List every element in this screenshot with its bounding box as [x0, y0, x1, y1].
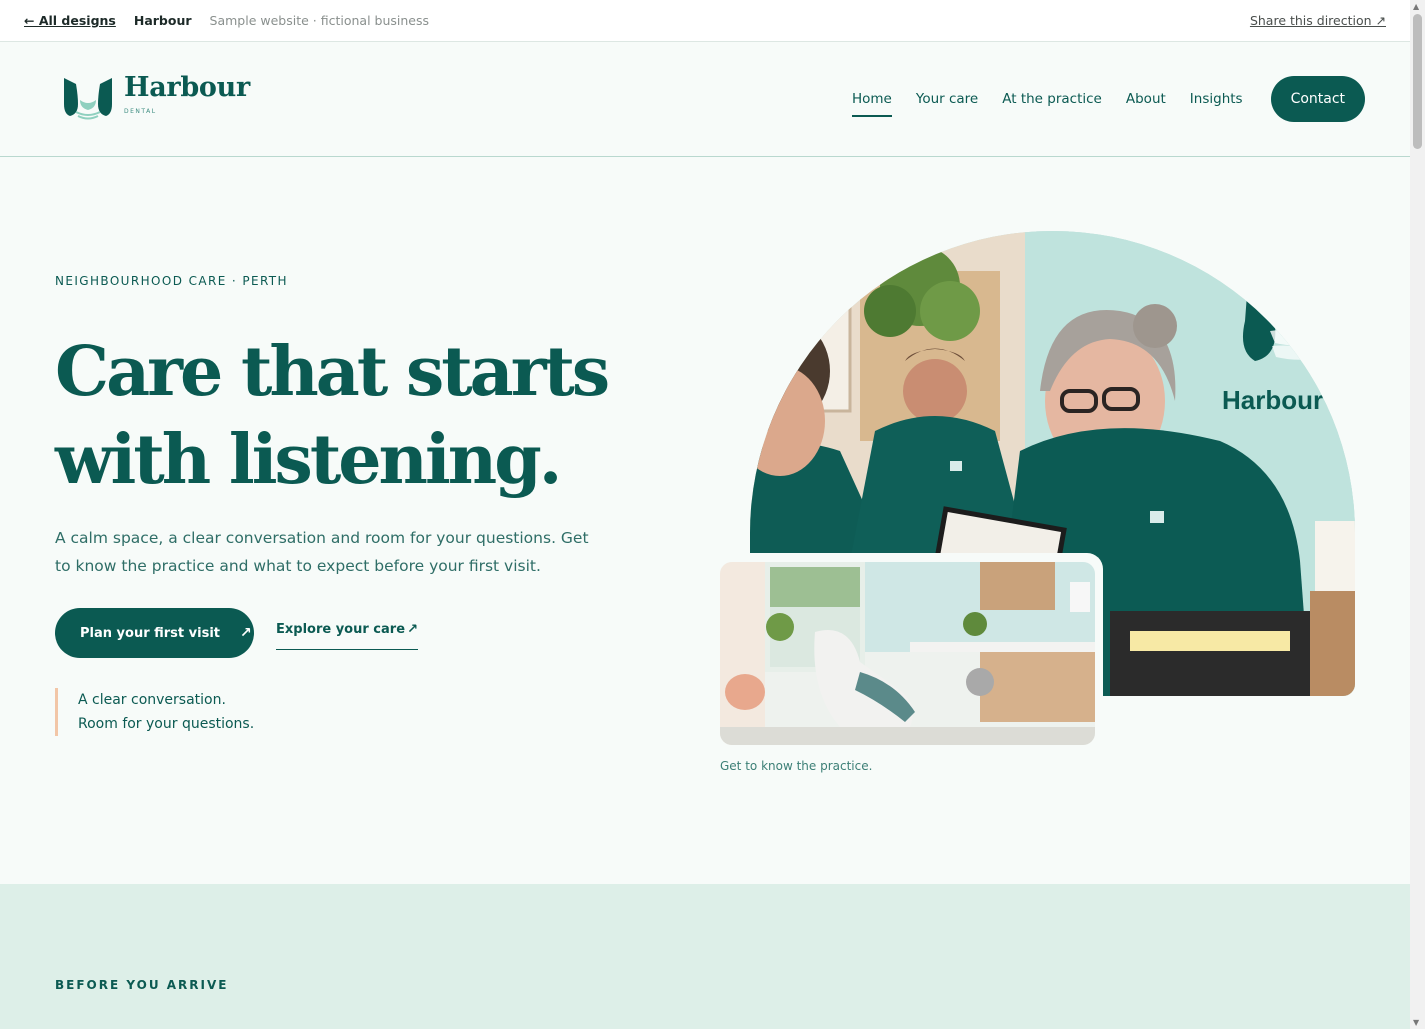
logo-name: Harbour	[124, 72, 250, 103]
hero-quote: A clear conversation. Room for your ques…	[55, 688, 254, 736]
site-header: Harbour DENTAL Home Your care At the pra…	[0, 42, 1410, 157]
main-nav: Home Your care At the practice About Ins…	[852, 76, 1366, 122]
scrollbar-thumb[interactable]	[1413, 14, 1422, 149]
meta-bar: ← All designs Harbour Sample website · f…	[0, 0, 1410, 42]
practice-caption: Get to know the practice.	[720, 759, 873, 773]
photo-sign-text: Harbour D	[1222, 385, 1349, 415]
logo[interactable]: Harbour DENTAL	[62, 74, 250, 122]
contact-button[interactable]: Contact	[1270, 76, 1366, 122]
hero-title-line-1: Care that starts	[55, 332, 610, 412]
arrow-up-right-icon: ↗	[407, 622, 418, 637]
meta-brand: Harbour	[133, 13, 192, 28]
nav-about[interactable]: About	[1126, 81, 1166, 117]
hero-lead: A calm space, a clear conversation and r…	[55, 529, 589, 575]
quote-line-2: Room for your questions.	[78, 716, 255, 732]
before-you-arrive-section: BEFORE YOU ARRIVE	[0, 884, 1410, 1029]
hero-title-line-2: with listening.	[55, 420, 562, 500]
plan-first-visit-label: Plan your first visit	[80, 625, 220, 641]
share-direction-link[interactable]: Share this direction ↗	[1250, 13, 1386, 28]
treatment-room-photo	[720, 562, 1095, 745]
tooth-logo-icon	[64, 78, 112, 120]
nav-insights[interactable]: Insights	[1190, 81, 1243, 117]
explore-your-care-label: Explore your care	[276, 622, 406, 637]
treatment-room-illustration	[720, 562, 1095, 745]
meta-note: Sample website · fictional business	[209, 13, 429, 28]
explore-your-care-link[interactable]: Explore your care ↗	[276, 622, 418, 650]
nav-at-the-practice[interactable]: At the practice	[1002, 81, 1102, 117]
quote-line-1: A clear conversation.	[78, 692, 226, 708]
page-scrollbar[interactable]: ▲ ▼	[1410, 0, 1425, 1029]
section-eyebrow: BEFORE YOU ARRIVE	[55, 978, 229, 992]
hero-eyebrow: NEIGHBOURHOOD CARE · PERTH	[55, 274, 288, 288]
scroll-down-icon[interactable]: ▼	[1413, 1018, 1419, 1027]
plan-first-visit-button[interactable]: Plan your first visit ↗	[55, 608, 254, 658]
nav-home[interactable]: Home	[852, 81, 892, 117]
nav-your-care[interactable]: Your care	[916, 81, 978, 117]
all-designs-link[interactable]: ← All designs	[24, 13, 116, 28]
hero-title: Care that starts with listening.	[55, 328, 675, 504]
scroll-up-icon[interactable]: ▲	[1413, 2, 1419, 11]
logo-subtitle: DENTAL	[124, 108, 157, 115]
arrow-up-right-icon: ↗	[240, 625, 252, 641]
